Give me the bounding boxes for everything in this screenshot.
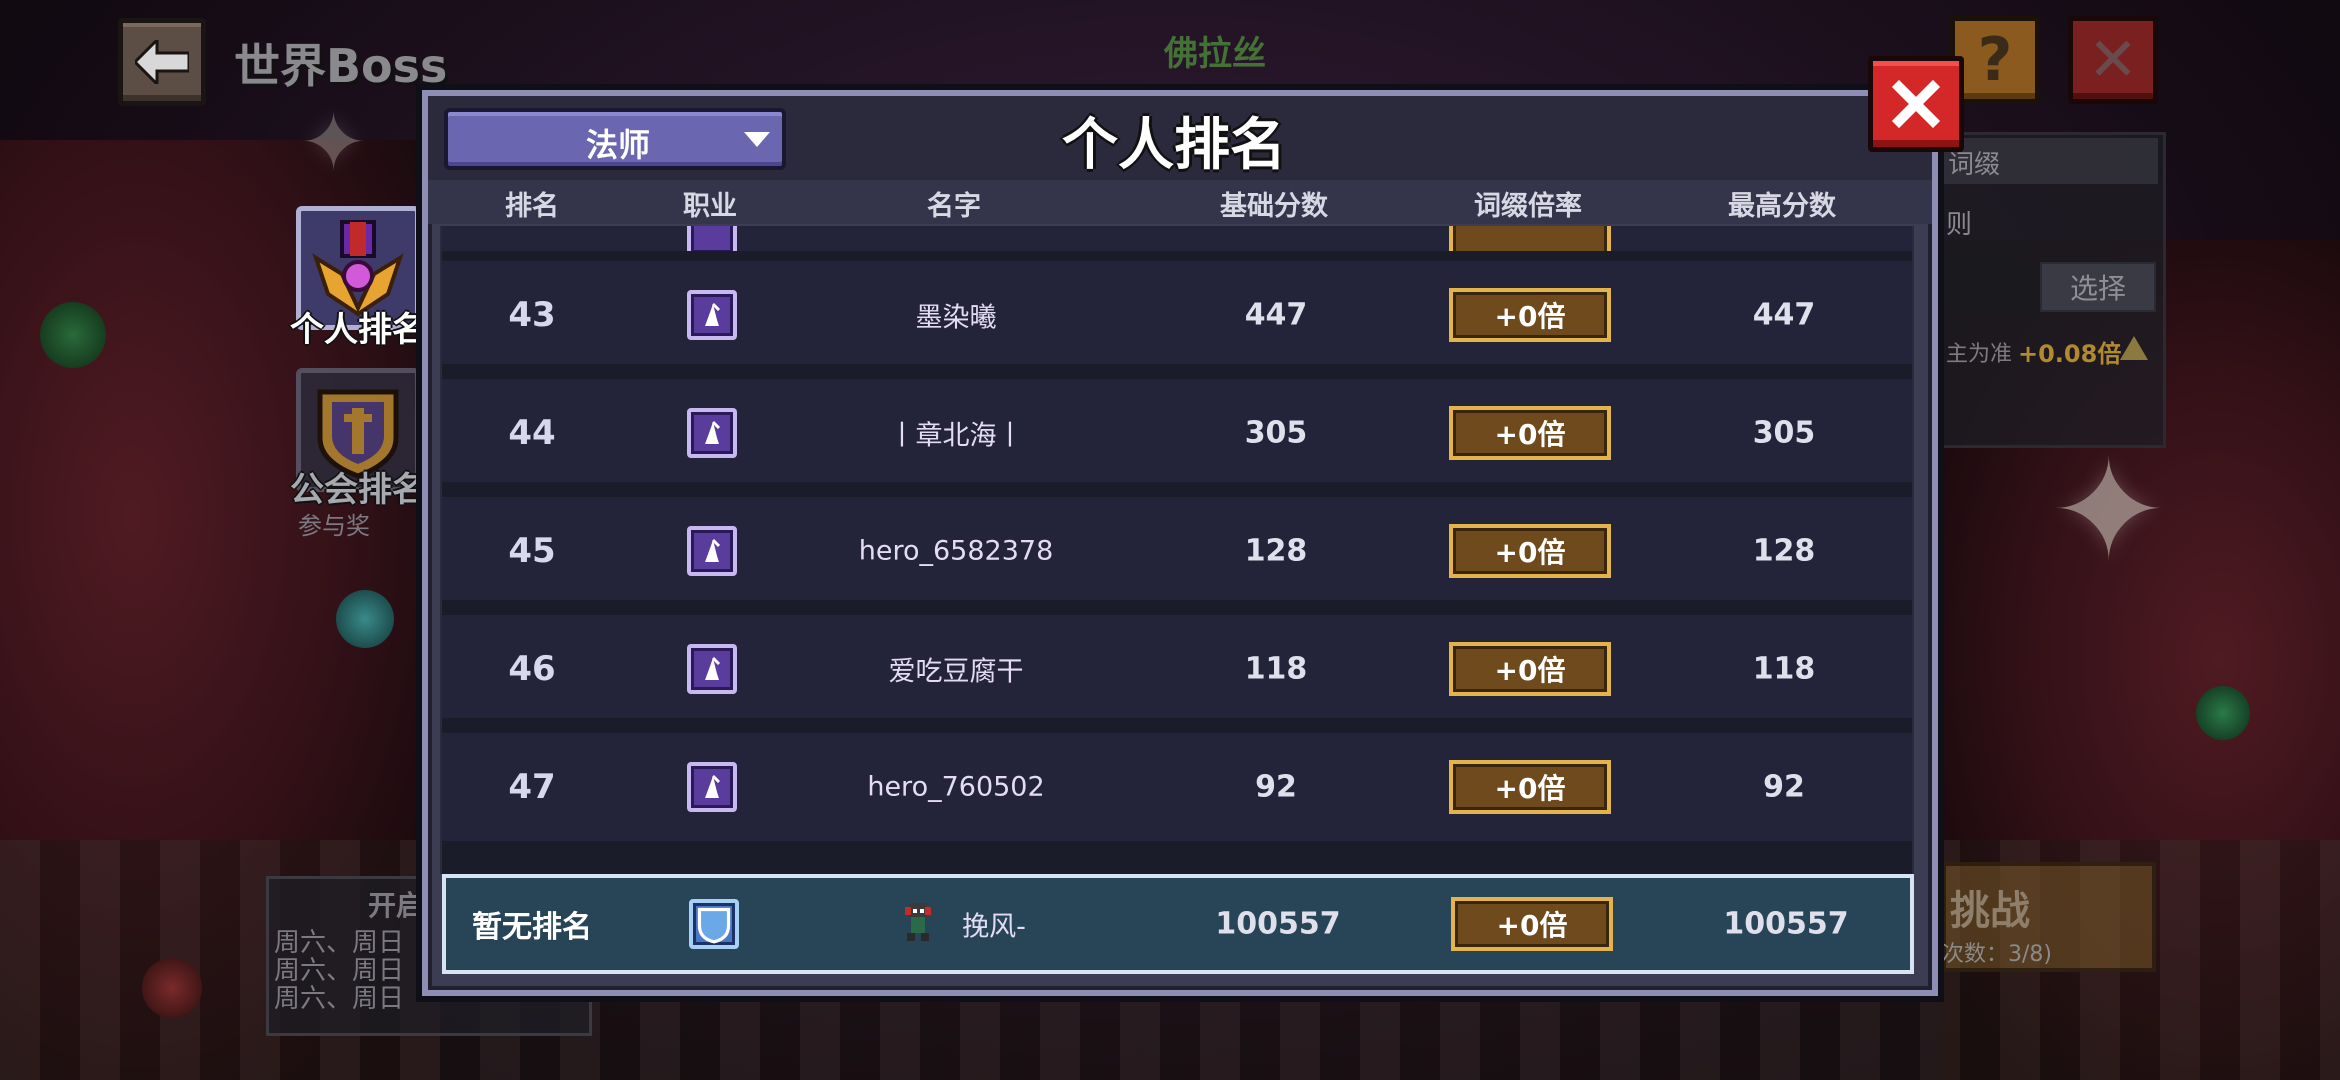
question-icon: ?	[1977, 25, 2013, 95]
sparkle-icon: ✦	[300, 96, 368, 189]
self-player-name: 挽风-	[962, 911, 1026, 943]
background-orb-green-right	[2196, 686, 2250, 740]
column-header-multiplier: 词缀倍率	[1474, 191, 1582, 222]
table-row[interactable]: 45 hero_6582378 128 +0倍 128	[442, 497, 1912, 610]
mage-icon	[687, 526, 737, 576]
table-row-partial	[442, 226, 1912, 261]
arrow-up-icon	[2120, 336, 2148, 360]
mage-icon	[687, 762, 737, 812]
mage-icon	[687, 290, 737, 340]
row-max-score: 447	[1752, 297, 1816, 333]
background-orb-green	[40, 302, 106, 368]
mage-icon	[687, 408, 737, 458]
multiplier-badge: +0倍	[1449, 406, 1611, 460]
row-player-name: hero_6582378	[858, 535, 1054, 567]
tab-guild-ranking-label: 公会排名	[290, 470, 426, 510]
mage-icon	[687, 644, 737, 694]
self-ranking-row: 暂无排名 挽风- 100557 +0倍 100557	[442, 874, 1914, 974]
avatar	[905, 903, 931, 941]
affix-select-button[interactable]: 选择	[2040, 262, 2156, 312]
row-max-score: 128	[1752, 533, 1816, 569]
affix-bonus-text: +0.08倍	[2018, 340, 2122, 368]
self-base-score: 100557	[1215, 906, 1341, 942]
column-header-max-score: 最高分数	[1728, 191, 1836, 222]
column-header-rank: 排名	[505, 191, 559, 222]
affix-rule-label: 则	[1946, 210, 1973, 240]
class-filter-dropdown[interactable]: 法师	[444, 108, 786, 170]
challenge-count: 次数：3/8)	[1942, 942, 2052, 967]
multiplier-badge: +0倍	[1451, 897, 1613, 951]
affix-basis-text: 主为准	[1946, 342, 2013, 367]
row-base-score: 305	[1244, 415, 1308, 451]
background-orb-teal	[336, 590, 394, 648]
arrow-left-icon	[135, 40, 189, 84]
participation-reward-label: 参与奖	[298, 512, 370, 540]
table-row[interactable]: 44 丨章北海丨 305 +0倍 305	[442, 379, 1912, 492]
multiplier-badge: +0倍	[1449, 760, 1611, 814]
column-header-class: 职业	[683, 191, 737, 222]
close-page-button[interactable]: ✕	[2068, 16, 2158, 104]
row-base-score: 128	[1244, 533, 1308, 569]
row-max-score: 118	[1752, 651, 1816, 687]
background-orb-red	[142, 958, 202, 1018]
table-row[interactable]: 47 hero_760502 92 +0倍 92	[442, 733, 1912, 841]
column-header-name: 名字	[927, 191, 981, 222]
tab-personal-ranking-label: 个人排名	[290, 310, 426, 350]
shield-class-icon	[689, 899, 739, 949]
column-header-base-score: 基础分数	[1220, 191, 1328, 222]
modal-close-button[interactable]	[1868, 56, 1964, 152]
row-rank: 43	[508, 295, 556, 335]
table-row[interactable]: 46 爱吃豆腐干 118 +0倍 118	[442, 615, 1912, 728]
row-player-name: 爱吃豆腐干	[888, 656, 1024, 688]
self-max-score: 100557	[1723, 906, 1849, 942]
table-row[interactable]: 43 墨染曦 447 +0倍 447	[442, 261, 1912, 374]
row-base-score: 92	[1255, 769, 1297, 805]
affix-input[interactable]	[1940, 262, 2034, 312]
row-rank: 44	[508, 413, 556, 453]
row-max-score: 305	[1752, 415, 1816, 451]
boss-name: 佛拉丝	[1164, 34, 1266, 74]
multiplier-badge: +0倍	[1449, 642, 1611, 696]
close-icon	[1891, 79, 1941, 129]
row-player-name: 墨染曦	[915, 302, 997, 334]
multiplier-badge: +0倍	[1449, 524, 1611, 578]
row-base-score: 118	[1244, 651, 1308, 687]
column-headers	[428, 180, 1932, 224]
class-filter-value: 法师	[586, 126, 651, 164]
row-player-name: 丨章北海丨	[888, 420, 1024, 452]
affix-label: 词缀	[1940, 138, 2158, 184]
close-icon: ✕	[2087, 25, 2139, 95]
row-player-name: hero_760502	[867, 771, 1045, 803]
ranking-list[interactable]: 43 墨染曦 447 +0倍 447 44 丨章北海丨 305 +0倍 305 …	[440, 226, 1914, 874]
modal-title: 个人排名	[1062, 113, 1286, 178]
self-rank: 暂无排名	[472, 910, 592, 945]
row-base-score: 447	[1244, 297, 1308, 333]
schedule-line: 周六、周日	[274, 984, 405, 1014]
row-rank: 45	[508, 531, 556, 571]
sparkle-icon: ✦	[2050, 430, 2168, 593]
challenge-label: 挑战	[1950, 888, 2030, 934]
chevron-down-icon	[744, 132, 770, 147]
row-rank: 46	[508, 649, 556, 689]
row-max-score: 92	[1763, 769, 1805, 805]
back-button[interactable]	[118, 18, 206, 106]
multiplier-badge: +0倍	[1449, 288, 1611, 342]
row-rank: 47	[508, 767, 556, 807]
